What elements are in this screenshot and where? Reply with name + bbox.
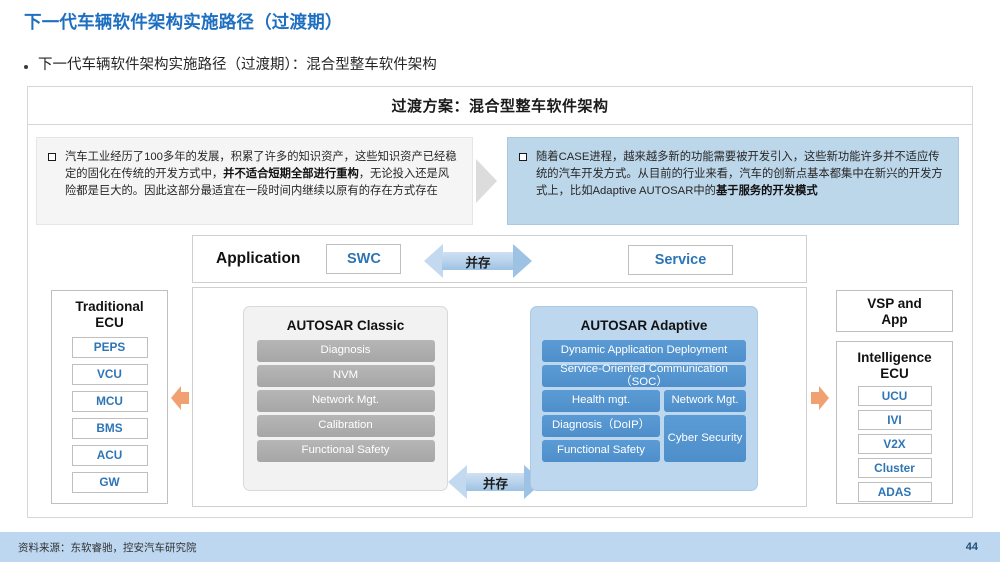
service-box[interactable]: Service	[628, 245, 733, 275]
classic-item-calibration[interactable]: Calibration	[256, 415, 435, 437]
ecu-chip-acu[interactable]: ACU	[71, 444, 148, 466]
adaptive-item-functional-safety[interactable]: Functional Safety	[542, 440, 660, 462]
adaptive-left-stack: Diagnosis（DoIP） Functional Safety	[542, 415, 660, 462]
autosar-classic-title: AUTOSAR Classic	[286, 318, 405, 333]
autosar-classic-box: AUTOSAR Classic Diagnosis NVM Network Mg…	[243, 306, 448, 491]
square-bullet-icon	[519, 153, 527, 161]
adaptive-item-diagnosis-doip[interactable]: Diagnosis（DoIP）	[542, 415, 660, 437]
orange-arrow-head	[819, 386, 829, 410]
traditional-title-line1: Traditional	[75, 299, 144, 314]
classic-item-functional-safety[interactable]: Functional Safety	[256, 440, 435, 462]
orange-arrow-left-icon	[171, 383, 189, 413]
adaptive-item-network-mgt[interactable]: Network Mgt.	[664, 390, 746, 412]
note-left-text: 汽车工业经历了100多年的发展，积累了许多的知识资产，这些知识资产已经稳定的固化…	[65, 149, 460, 200]
diagram-container: 过渡方案：混合型整车软件架构 汽车工业经历了100多年的发展，积累了许多的知识资…	[27, 86, 973, 518]
slide-footer: 资料来源：东软睿驰，控安汽车研究院 44	[0, 532, 1000, 562]
autosar-comparison-panel: AUTOSAR Classic Diagnosis NVM Network Mg…	[192, 287, 807, 507]
application-layer-row: Application SWC 并存 Service	[192, 235, 807, 283]
coexist-arrow-application: 并存	[424, 244, 532, 278]
footer-page-number: 44	[965, 541, 978, 553]
ecu-chip-ivi[interactable]: IVI	[857, 409, 932, 430]
note-right-text: 随着CASE进程，越来越多新的功能需要被开发引入，这些新功能许多并不适应传统的汽…	[536, 149, 946, 200]
adaptive-item-dynamic-application-deployment[interactable]: Dynamic Application Deployment	[542, 340, 746, 362]
note-box-left: 汽车工业经历了100多年的发展，积累了许多的知识资产，这些知识资产已经稳定的固化…	[36, 137, 473, 225]
ecu-chip-peps[interactable]: PEPS	[71, 336, 148, 358]
square-bullet-icon	[48, 153, 56, 161]
intelligence-title-line1: Intelligence	[857, 350, 932, 365]
adaptive-item-service-oriented-communication[interactable]: Service-Oriented Communication（SOC）	[542, 363, 746, 388]
bullet-line: 下一代车辆软件架构实施路径（过渡期）：混合型整车软件架构	[24, 56, 924, 76]
adaptive-split-row-1: Health mgt. Network Mgt.	[542, 390, 746, 412]
transition-triangle-icon	[476, 159, 497, 203]
arrow-head-left-icon	[448, 465, 467, 499]
application-label: Application	[216, 250, 301, 267]
column-traditional-ecu: Traditional ECU PEPS VCU MCU BMS ACU GW	[51, 290, 168, 504]
autosar-adaptive-box: AUTOSAR Adaptive Dynamic Application Dep…	[530, 306, 758, 491]
column-title-vsp: VSP and App	[837, 291, 952, 328]
column-title-intelligence: Intelligence ECU	[837, 342, 952, 382]
coexist-caption: 并存	[465, 255, 491, 270]
adaptive-split-row-2: Diagnosis（DoIP） Functional Safety Cyber …	[542, 415, 746, 462]
arrow-head-right-icon	[513, 244, 532, 278]
orange-arrow-shaft	[179, 392, 189, 404]
ecu-chip-ucu[interactable]: UCU	[857, 385, 932, 406]
classic-item-diagnosis[interactable]: Diagnosis	[256, 340, 435, 362]
classic-item-nvm[interactable]: NVM	[256, 365, 435, 387]
ecu-chip-cluster[interactable]: Cluster	[857, 457, 932, 478]
autosar-adaptive-title: AUTOSAR Adaptive	[580, 318, 708, 333]
intelligence-title-line2: ECU	[880, 365, 909, 381]
footer-source: 资料来源：东软睿驰，控安汽车研究院	[18, 541, 197, 554]
arrow-head-left-icon	[424, 244, 443, 278]
ecu-chip-adas[interactable]: ADAS	[857, 481, 932, 502]
bullet-dot-icon	[24, 65, 28, 69]
swc-box[interactable]: SWC	[326, 244, 402, 274]
coexist-arrow-middle: 并存	[448, 465, 543, 499]
note-right-bold: 基于服务的开发模式	[715, 185, 818, 198]
note-box-right: 随着CASE进程，越来越多新的功能需要被开发引入，这些新功能许多并不适应传统的汽…	[507, 137, 959, 225]
adaptive-item-health-mgt[interactable]: Health mgt.	[542, 390, 660, 412]
adaptive-item-cyber-security[interactable]: Cyber Security	[664, 415, 746, 462]
column-vsp-and-app: VSP and App	[836, 290, 953, 332]
classic-item-network-mgt[interactable]: Network Mgt.	[256, 390, 435, 412]
column-intelligence-ecu: Intelligence ECU UCU IVI V2X Cluster ADA…	[836, 341, 953, 504]
ecu-chip-gw[interactable]: GW	[71, 471, 148, 493]
panel-header: 过渡方案：混合型整车软件架构	[28, 87, 972, 125]
ecu-chip-vcu[interactable]: VCU	[71, 363, 148, 385]
bullet-text: 下一代车辆软件架构实施路径（过渡期）：混合型整车软件架构	[38, 57, 437, 73]
vsp-title-line1: VSP and	[867, 296, 922, 311]
traditional-title-line2: ECU	[95, 314, 124, 330]
ecu-chip-bms[interactable]: BMS	[71, 417, 148, 439]
panel-header-label: 过渡方案：混合型整车软件架构	[391, 98, 609, 115]
ecu-chip-v2x[interactable]: V2X	[857, 433, 932, 454]
orange-arrow-right-icon	[811, 383, 829, 413]
ecu-chip-mcu[interactable]: MCU	[71, 390, 148, 412]
coexist-caption: 并存	[482, 476, 508, 491]
note-left-bold: 并不适合短期全部进行重构	[223, 168, 359, 181]
slide-root: 下一代车辆软件架构实施路径（过渡期） 下一代车辆软件架构实施路径（过渡期）：混合…	[0, 0, 1000, 562]
vsp-title-line2: App	[881, 311, 908, 327]
page-title: 下一代车辆软件架构实施路径（过渡期）	[24, 12, 343, 32]
column-title-traditional: Traditional ECU	[52, 291, 167, 331]
